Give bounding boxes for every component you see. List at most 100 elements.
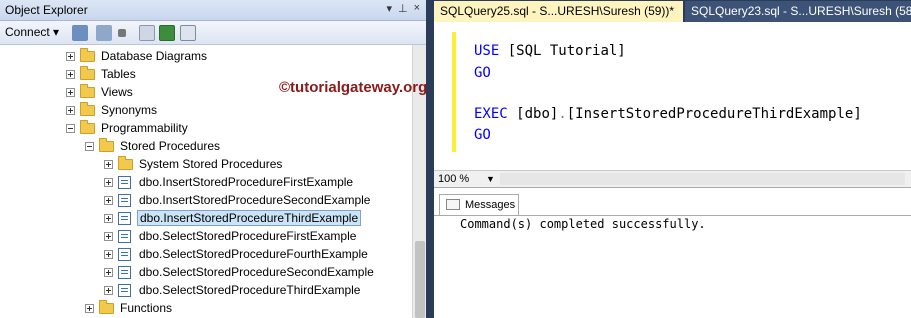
tree-item-folder[interactable]: Functions bbox=[85, 299, 174, 317]
zoom-select[interactable]: 100 % bbox=[438, 173, 469, 185]
stored-procedure-icon bbox=[118, 247, 131, 261]
expand-icon[interactable] bbox=[104, 213, 113, 223]
tree-item-procedure[interactable]: dbo.InsertStoredProcedureThirdExample bbox=[104, 209, 362, 227]
dot-separator: . bbox=[558, 106, 567, 122]
disconnect-icon[interactable] bbox=[96, 25, 112, 41]
expand-icon[interactable] bbox=[66, 51, 75, 61]
schema-name: [dbo] bbox=[516, 106, 559, 122]
database-name: [SQL Tutorial] bbox=[507, 43, 626, 59]
expand-icon[interactable] bbox=[104, 195, 113, 205]
filter-icon[interactable] bbox=[139, 25, 155, 41]
code-line-4: EXEC [dbo].[InsertStoredProcedureThirdEx… bbox=[474, 106, 862, 122]
stored-procedure-icon bbox=[118, 211, 131, 225]
tree-item-label[interactable]: dbo.SelectStoredProcedureSecondExample bbox=[137, 265, 376, 279]
tree-item-procedure[interactable]: dbo.SelectStoredProcedureFirstExample bbox=[104, 227, 358, 245]
tab-sqlquery23[interactable]: SQLQuery23.sql - S...URESH\Suresh (58))* bbox=[685, 1, 911, 22]
results-pane: Messages Command(s) completed successful… bbox=[434, 187, 911, 318]
folder-icon bbox=[80, 83, 95, 98]
keyword-go-2: GO bbox=[474, 127, 491, 143]
tab-messages[interactable]: Messages bbox=[439, 194, 519, 215]
pin-icon[interactable]: ⊥ bbox=[398, 2, 408, 15]
expand-icon[interactable] bbox=[104, 159, 113, 169]
tree-item-folder[interactable]: Tables bbox=[66, 65, 138, 83]
expand-icon[interactable] bbox=[66, 69, 75, 79]
tree-item-label[interactable]: Views bbox=[99, 85, 135, 99]
tree-item-label[interactable]: Synonyms bbox=[99, 103, 159, 117]
folder-icon bbox=[99, 299, 114, 314]
expand-icon[interactable] bbox=[85, 303, 94, 313]
tree-item-label[interactable]: Tables bbox=[99, 67, 138, 81]
collapse-icon[interactable] bbox=[66, 123, 75, 133]
window-position-icon[interactable]: ▾ bbox=[386, 2, 392, 15]
expand-icon[interactable] bbox=[104, 177, 113, 187]
tree-item-label[interactable]: Functions bbox=[118, 301, 174, 315]
tree-item-folder[interactable]: Views bbox=[66, 83, 135, 101]
tree-item-label[interactable]: Database Diagrams bbox=[99, 49, 209, 63]
refresh-icon[interactable] bbox=[159, 25, 175, 41]
stored-procedure-icon bbox=[118, 265, 131, 279]
stored-procedure-icon bbox=[118, 229, 131, 243]
tree-item-procedure[interactable]: dbo.SelectStoredProcedureSecondExample bbox=[104, 263, 376, 281]
expand-icon[interactable] bbox=[66, 87, 75, 97]
tab-sqlquery25[interactable]: SQLQuery25.sql - S...URESH\Suresh (59))* bbox=[434, 1, 683, 22]
titlebar-buttons: ▾ ⊥ × bbox=[386, 2, 420, 15]
tree-item-procedure[interactable]: dbo.InsertStoredProcedureFirstExample bbox=[104, 173, 355, 191]
expand-icon[interactable] bbox=[104, 285, 113, 295]
tree-item-label[interactable]: System Stored Procedures bbox=[137, 157, 284, 171]
code-line-1: USE [SQL Tutorial] bbox=[474, 43, 626, 59]
tree-item-folder[interactable]: Programmability bbox=[66, 119, 190, 137]
keyword-go: GO bbox=[474, 65, 491, 81]
collapse-icon[interactable] bbox=[85, 141, 94, 151]
expand-icon[interactable] bbox=[104, 249, 113, 259]
expand-icon[interactable] bbox=[66, 105, 75, 115]
stop-icon[interactable] bbox=[118, 29, 126, 37]
scrollbar-thumb[interactable] bbox=[415, 241, 425, 318]
folder-icon bbox=[80, 119, 95, 134]
procedure-name: [InsertStoredProcedureThirdExample] bbox=[566, 106, 862, 122]
connect-object-icon[interactable] bbox=[72, 25, 88, 41]
expand-icon[interactable] bbox=[104, 267, 113, 277]
result-message: Command(s) completed successfully. bbox=[460, 217, 706, 231]
editor-horizontal-scrollbar[interactable] bbox=[500, 173, 905, 185]
tree-item-procedure[interactable]: dbo.SelectStoredProcedureFourthExample bbox=[104, 245, 370, 263]
stored-procedure-icon bbox=[118, 283, 131, 297]
stored-procedure-icon bbox=[118, 175, 131, 189]
tree-item-label[interactable]: dbo.InsertStoredProcedureThirdExample bbox=[137, 210, 362, 226]
stored-procedure-icon bbox=[118, 193, 131, 207]
tree-item-label[interactable]: dbo.SelectStoredProcedureThirdExample bbox=[137, 283, 362, 297]
tree-item-folder[interactable]: Synonyms bbox=[66, 101, 159, 119]
tree-item-folder[interactable]: Database Diagrams bbox=[66, 47, 209, 65]
tree-item-folder[interactable]: Stored Procedures bbox=[85, 137, 222, 155]
object-explorer-titlebar: Object Explorer ▾ ⊥ × bbox=[0, 0, 426, 21]
code-line-5: GO bbox=[474, 127, 491, 143]
tree-item-label[interactable]: Programmability bbox=[99, 121, 190, 135]
code-line-2: GO bbox=[474, 65, 491, 81]
activity-monitor-icon[interactable] bbox=[180, 25, 196, 41]
object-explorer-title: Object Explorer bbox=[5, 3, 88, 17]
messages-tab-label: Messages bbox=[465, 199, 516, 211]
object-explorer-toolbar: Connect ▾ bbox=[0, 21, 426, 45]
close-icon[interactable]: × bbox=[414, 2, 420, 15]
zoom-bar: 100 % ▼ bbox=[434, 170, 911, 187]
chevron-down-icon[interactable]: ▼ bbox=[486, 174, 495, 184]
watermark: ©tutorialgateway.org bbox=[279, 79, 428, 96]
tree-item-label[interactable]: dbo.InsertStoredProcedureFirstExample bbox=[137, 175, 355, 189]
folder-icon bbox=[80, 47, 95, 62]
query-editor[interactable]: USE [SQL Tutorial] GO EXEC [dbo].[Insert… bbox=[434, 22, 911, 170]
keyword-exec: EXEC bbox=[474, 106, 508, 122]
tree-item-folder[interactable]: System Stored Procedures bbox=[104, 155, 284, 173]
tree-item-procedure[interactable]: dbo.SelectStoredProcedureThirdExample bbox=[104, 281, 362, 299]
tree-item-label[interactable]: dbo.SelectStoredProcedureFirstExample bbox=[137, 229, 358, 243]
tree-item-label[interactable]: Stored Procedures bbox=[118, 139, 222, 153]
folder-icon bbox=[80, 65, 95, 80]
pane-splitter[interactable] bbox=[426, 0, 434, 318]
results-divider bbox=[434, 215, 911, 216]
messages-icon bbox=[446, 199, 460, 210]
tree-item-label[interactable]: dbo.InsertStoredProcedureSecondExample bbox=[137, 193, 372, 207]
document-tabs: SQLQuery25.sql - S...URESH\Suresh (59))*… bbox=[434, 0, 911, 22]
tree-item-label[interactable]: dbo.SelectStoredProcedureFourthExample bbox=[137, 247, 370, 261]
object-explorer-pane: Object Explorer ▾ ⊥ × Connect ▾ Database… bbox=[0, 0, 426, 318]
connect-button[interactable]: Connect ▾ bbox=[5, 25, 59, 39]
tree-item-procedure[interactable]: dbo.InsertStoredProcedureSecondExample bbox=[104, 191, 372, 209]
expand-icon[interactable] bbox=[104, 231, 113, 241]
